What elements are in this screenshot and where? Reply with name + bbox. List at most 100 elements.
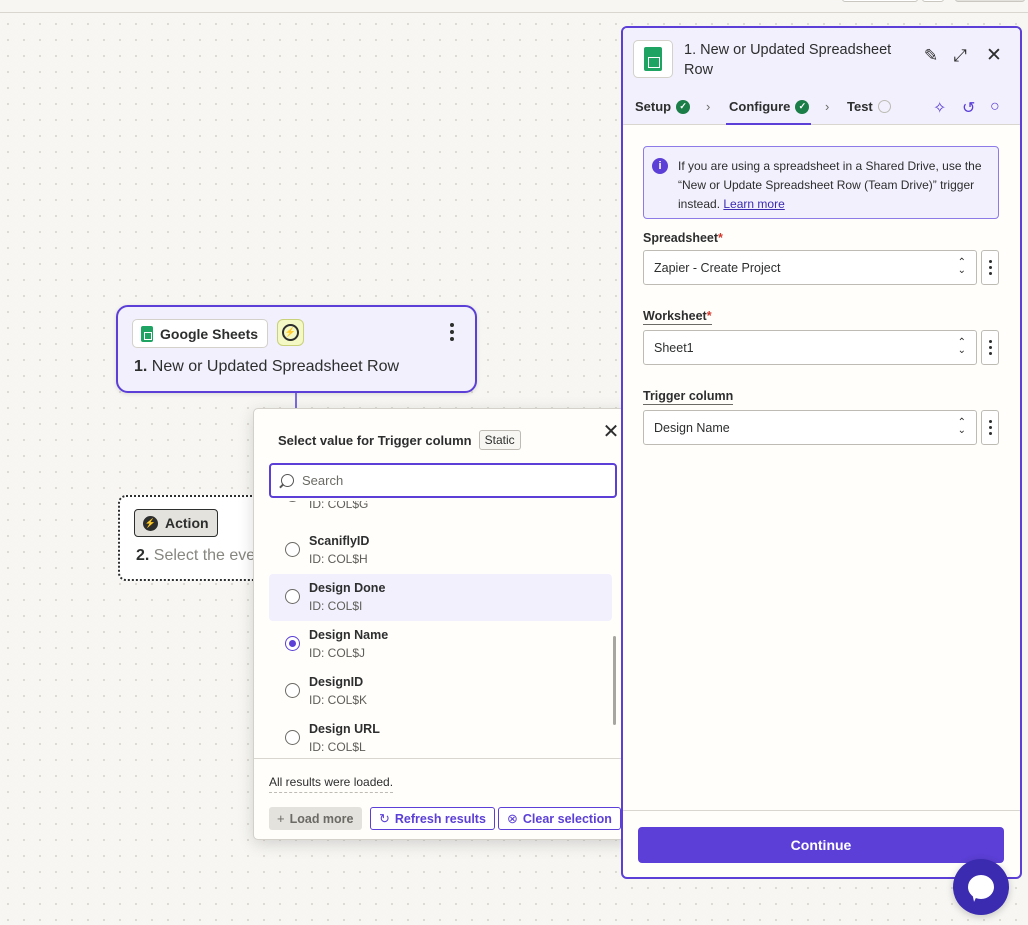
field-more-options-icon[interactable] [981,330,999,365]
trigger-step-node[interactable]: Google Sheets ⚡ 1. New or Updated Spread… [116,305,477,393]
options-list[interactable]: ID: COL$G ScaniflyID ID: COL$H Design Do… [269,501,619,753]
refresh-label: Refresh results [394,811,486,826]
chat-icon [968,875,994,899]
panel-title: 1. New or Updated Spreadsheet Row [684,40,914,80]
option-label: Design Name [309,628,389,642]
expand-icon[interactable]: ⤢ [948,44,972,68]
results-status: All results were loaded. [269,775,394,793]
close-icon[interactable]: ✕ [982,44,1006,68]
search-field[interactable] [269,463,617,498]
radio-button[interactable] [285,683,300,698]
spreadsheet-label-text: Spreadsheet [643,231,719,245]
search-input[interactable] [302,473,592,488]
option-item[interactable]: DesignID ID: COL$K [269,668,612,715]
static-badge: Static [478,430,521,450]
trigger-column-label: Trigger column [643,389,734,405]
shared-drive-notice: i If you are using a spreadsheet in a Sh… [643,146,999,219]
worksheet-select[interactable]: Sheet1 ⌃ ⌄ [643,330,977,365]
action-chip: ⚡ Action [134,509,218,537]
action-step-node[interactable]: ⚡ Action 2. Select the eve [118,495,268,581]
close-icon[interactable]: ✕ [600,421,622,443]
node-title: 1. New or Updated Spreadsheet Row [134,358,399,376]
option-id: ID: COL$G [309,501,369,511]
chevron-right-icon: › [825,99,830,114]
toolbar-button-stub[interactable] [955,0,1025,2]
node-title: 2. Select the eve [136,547,255,565]
load-more-label: Load more [289,811,354,826]
option-id: ID: COL$J [309,646,366,660]
toolbar-button-stub[interactable] [922,0,944,2]
tab-test-label: Test [847,99,873,114]
trigger-bolt-icon: ⚡ [277,319,304,346]
radio-button[interactable] [285,501,300,502]
worksheet-label: Worksheet* [643,309,712,325]
toolbar-button-stub[interactable] [842,0,918,2]
tab-setup-label: Setup [635,99,672,114]
continue-button[interactable]: Continue [638,827,1004,863]
clear-circle-icon: ⊗ [507,810,518,826]
panel-step-title: New or Updated Spreadsheet Row [684,42,892,78]
option-id: ID: COL$K [309,693,368,707]
google-sheets-logo [633,40,673,78]
info-icon: i [652,158,668,174]
top-toolbar-edge [0,0,1028,13]
panel-header: 1. New or Updated Spreadsheet Row ✎ ⤢ ✕ … [623,28,1020,125]
tab-test[interactable]: Test [847,99,891,114]
radio-button-checked[interactable] [285,636,300,651]
field-more-options-icon[interactable] [981,250,999,285]
trigger-column-picker: Select value for Trigger column Static ✕… [253,408,633,840]
clear-label: Clear selection [522,811,612,826]
clear-selection-button[interactable]: ⊗ Clear selection [498,807,621,830]
picker-title: Select value for Trigger column [278,432,472,448]
step-editor-panel: 1. New or Updated Spreadsheet Row ✎ ⤢ ✕ … [621,26,1022,879]
updown-chevron-icon: ⌃ ⌄ [957,257,966,276]
option-item[interactable]: ID: COL$G [269,501,612,519]
step-number: 2. [136,547,150,564]
option-id: ID: COL$H [309,552,368,566]
active-tab-indicator [726,123,811,125]
option-id: ID: COL$L [309,740,366,753]
option-item[interactable]: Design Done ID: COL$I [269,574,612,621]
bolt-icon: ⚡ [143,515,158,531]
option-label: Design Done [309,581,386,595]
tab-setup[interactable]: Setup ✓ [635,99,691,114]
ai-sparkle-icon[interactable]: ✧ [933,98,946,118]
tab-configure[interactable]: Configure ✓ [729,99,810,114]
updown-chevron-icon: ⌃ ⌄ [957,417,966,436]
panel-footer-divider [623,810,1020,811]
step-title: Select the eve [153,547,256,564]
scrollbar-thumb[interactable] [613,636,616,725]
trigger-column-select[interactable]: Design Name ⌃ ⌄ [643,410,977,445]
radio-button[interactable] [285,589,300,604]
check-circle-icon: ✓ [676,99,691,114]
picker-footer: All results were loaded. + Load more ↻ R… [254,758,632,839]
option-item-selected[interactable]: Design Name ID: COL$J [269,621,612,668]
comment-search-icon[interactable]: ○ [990,98,1000,116]
refresh-results-button[interactable]: ↻ Refresh results [370,807,495,830]
edit-pencil-icon[interactable]: ✎ [919,44,943,68]
trigger-column-label-text: Trigger column [643,389,734,403]
step-tabs: Setup ✓ › Configure ✓ › Test ✧ ↺ ○ [623,94,1020,125]
panel-step-number: 1. [684,42,697,58]
tab-configure-label: Configure [729,99,791,114]
radio-button[interactable] [285,730,300,745]
google-sheets-icon [141,325,153,342]
load-more-button[interactable]: + Load more [269,807,362,830]
chat-support-button[interactable] [953,859,1009,915]
option-item[interactable]: Design URL ID: COL$L [269,715,612,753]
spreadsheet-label: Spreadsheet* [643,231,723,245]
pending-circle-icon [877,100,891,113]
learn-more-link[interactable]: Learn more [723,197,784,211]
option-item[interactable]: ScaniflyID ID: COL$H [269,527,612,574]
updown-chevron-icon: ⌃ ⌄ [957,337,966,356]
node-more-menu-icon[interactable] [442,321,462,343]
required-asterisk: * [718,231,723,245]
field-more-options-icon[interactable] [981,410,999,445]
search-icon [281,474,294,487]
app-chip: Google Sheets [132,319,269,348]
spreadsheet-select[interactable]: Zapier - Create Project ⌃ ⌄ [643,250,977,285]
refresh-icon: ↻ [379,810,390,826]
action-chip-label: Action [165,515,209,531]
undo-icon[interactable]: ↺ [962,98,975,118]
radio-button[interactable] [285,542,300,557]
